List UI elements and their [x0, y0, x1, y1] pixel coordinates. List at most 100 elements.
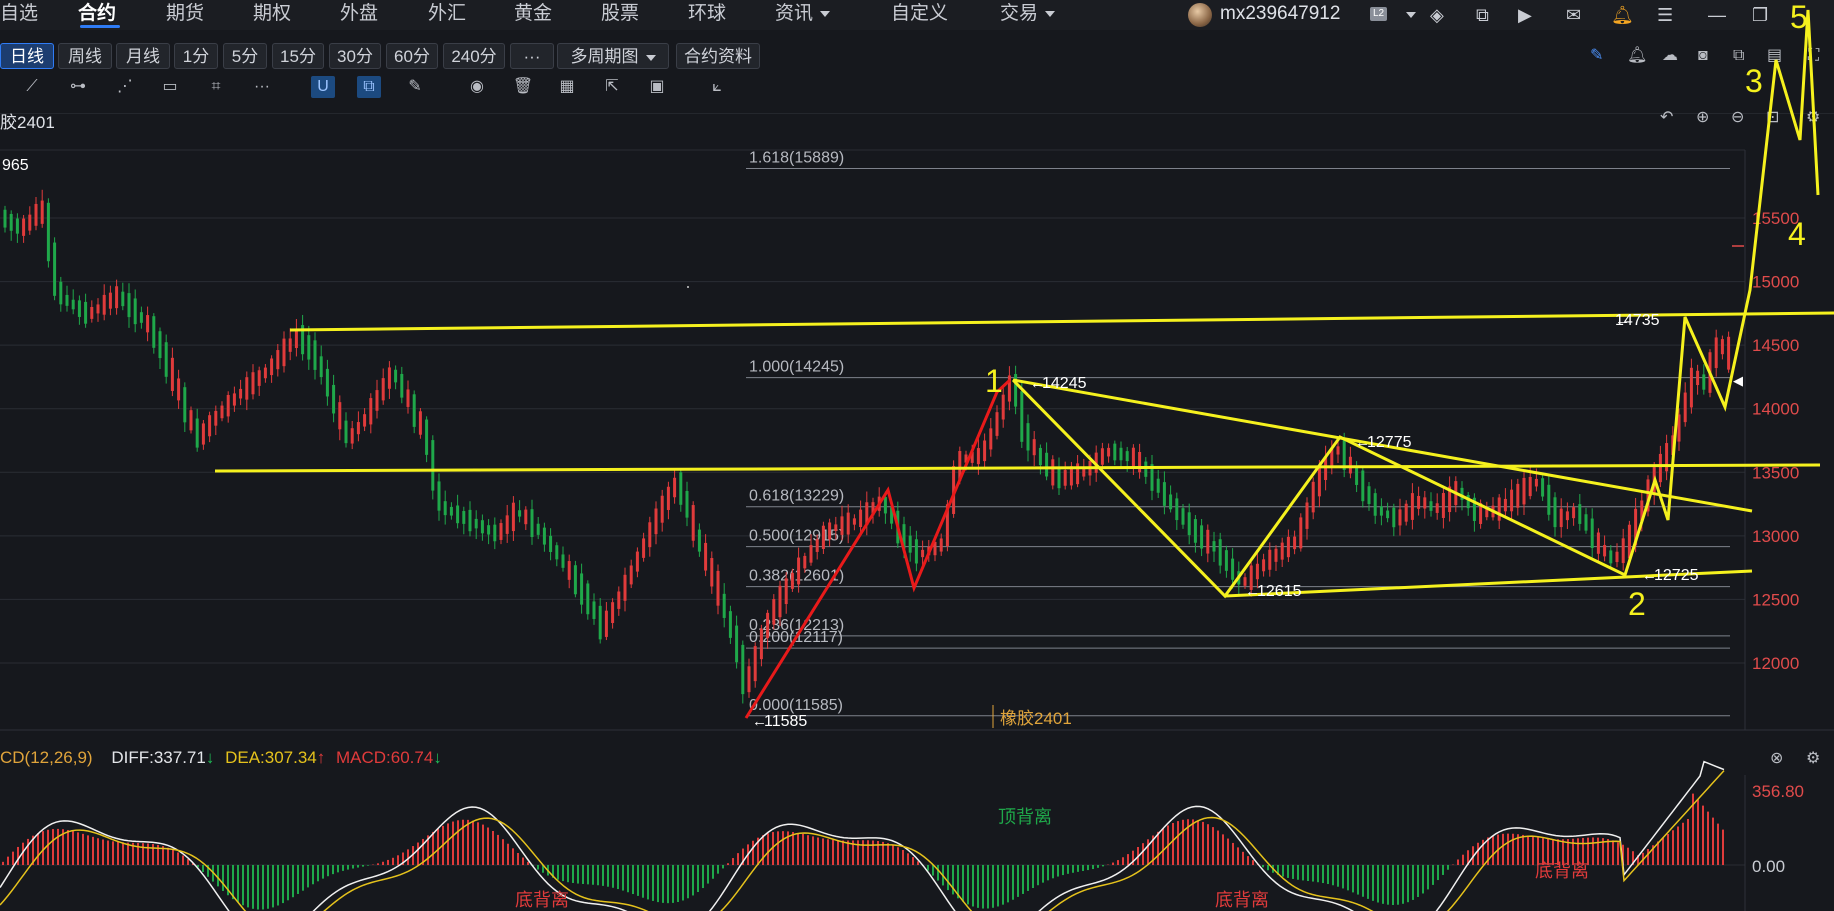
candle-body	[530, 509, 534, 537]
candle-body	[567, 561, 571, 580]
candle-body	[635, 551, 639, 572]
candle-body	[412, 394, 416, 427]
price-tick: 12500	[1752, 590, 1799, 609]
candle-body	[1417, 495, 1421, 509]
candle-body	[1528, 476, 1532, 497]
macd-settings-icon[interactable]: ⚙	[1806, 749, 1820, 769]
candle-body	[1169, 494, 1173, 510]
candle-body	[425, 419, 429, 455]
handwritten-number: 3	[1745, 63, 1763, 99]
point-label: 14735	[1615, 312, 1660, 329]
candle-body	[1051, 459, 1055, 486]
candle-body	[40, 200, 44, 224]
candle-body	[939, 538, 943, 552]
candle-body	[1100, 448, 1104, 465]
candle-body	[505, 515, 509, 534]
candle-body	[77, 300, 81, 317]
point-label: 12775	[1367, 434, 1412, 451]
candle-body	[332, 384, 336, 414]
resistance-line	[289, 311, 1834, 332]
candle-body	[338, 402, 342, 430]
candle-body	[629, 565, 633, 585]
close-icon[interactable]: ⊗	[1770, 749, 1783, 769]
candle-body	[1317, 465, 1321, 497]
divergence-label: 底背离	[1215, 890, 1269, 910]
candle-body	[648, 522, 652, 548]
candle-body	[1348, 456, 1352, 474]
candle-body	[1057, 466, 1061, 489]
candle-body	[1584, 514, 1588, 531]
candle-body	[1131, 447, 1135, 469]
price-tick: 14500	[1752, 336, 1799, 355]
candle-body	[741, 644, 745, 695]
candle-body	[164, 342, 168, 377]
candle-body	[1045, 452, 1049, 477]
candle-body	[319, 356, 323, 378]
candle-body	[803, 555, 807, 569]
candle-body	[1175, 498, 1179, 521]
candle-body	[493, 524, 497, 542]
fib-label: 1.000(14245)	[749, 359, 844, 376]
candle-body	[549, 535, 553, 553]
handwritten-number: 1	[985, 363, 1003, 399]
candle-body	[394, 369, 398, 383]
candle-body	[989, 428, 993, 450]
candle-body	[1714, 337, 1718, 369]
candle-body	[1342, 438, 1346, 470]
candle-body	[1596, 532, 1600, 554]
candle-body	[121, 291, 125, 307]
candle-body	[511, 502, 515, 532]
candle-body	[282, 338, 286, 367]
candle-body	[9, 213, 13, 231]
candle-body	[673, 477, 677, 498]
candle-body	[604, 610, 608, 637]
divergence-label: 底背离	[515, 890, 569, 910]
candle-body	[1541, 478, 1545, 497]
candle-body	[1311, 481, 1315, 513]
candle-body	[536, 523, 540, 535]
candle-body	[828, 522, 832, 540]
candle-body	[1144, 461, 1148, 477]
candle-body	[1200, 525, 1204, 549]
candle-body	[821, 525, 825, 549]
candle-body	[71, 299, 75, 310]
macd-diff: DIFF:337.71	[111, 748, 206, 767]
candle-body	[108, 292, 112, 309]
candle-body	[487, 525, 491, 535]
candle-body	[784, 578, 788, 605]
handwritten-number: 5	[1790, 0, 1808, 35]
candle-body	[356, 422, 360, 435]
candle-body	[518, 510, 522, 517]
candle-body	[400, 373, 404, 398]
candle-body	[102, 294, 106, 315]
candle-body	[1218, 539, 1222, 566]
candle-body	[1255, 563, 1259, 580]
candle-body	[65, 294, 69, 306]
candle-body	[1565, 511, 1569, 521]
candle-body	[375, 390, 379, 411]
candle-body	[1262, 559, 1266, 572]
candle-body	[294, 329, 298, 349]
red-wave-line	[744, 378, 1012, 719]
candle-body	[1441, 493, 1445, 518]
candle-body	[846, 512, 850, 535]
candle-body	[809, 545, 813, 563]
candle-body	[691, 505, 695, 541]
candle-body	[1522, 477, 1526, 505]
candle-body	[1038, 447, 1042, 466]
candle-body	[350, 428, 354, 444]
candle-body	[344, 420, 348, 444]
candle-body	[586, 583, 590, 615]
point-label: 14245	[1042, 375, 1087, 392]
candle-body	[1212, 541, 1216, 552]
candle-body	[1510, 489, 1514, 512]
price-tick: 14000	[1752, 400, 1799, 419]
kline-chart[interactable]: 1550015000145001400013500130001250012000…	[0, 0, 1834, 911]
candle-body	[710, 558, 714, 587]
divergence-label: 底背离	[1535, 861, 1589, 881]
candle-body	[1379, 506, 1383, 516]
candle-body	[1299, 517, 1303, 549]
macd-dea: DEA:307.34	[225, 748, 317, 767]
candle-body	[728, 611, 732, 638]
candle-body	[381, 378, 385, 401]
